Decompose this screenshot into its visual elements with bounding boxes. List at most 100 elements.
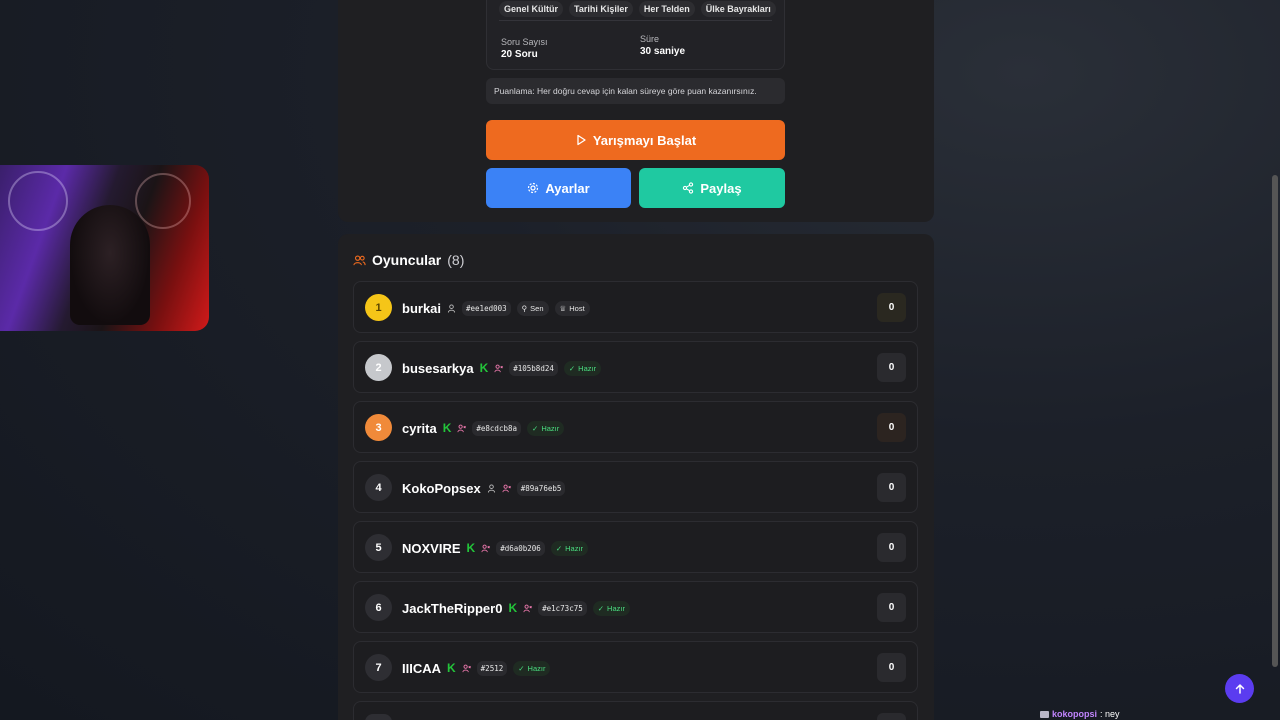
kick-user-icon[interactable] — [462, 664, 471, 673]
player-info: cyrita K #e8cdcb8a ✓ Hazır — [402, 402, 565, 454]
player-info: burkai #ee1ed003 ⚲ Sen ♕ Host — [402, 282, 590, 334]
chat-username: kokopopsi — [1052, 709, 1098, 719]
player-row: 6 JackTheRipper0 K #e1c73c75 ✓ Hazır 0 — [353, 581, 918, 633]
you-label: Sen — [530, 303, 544, 313]
player-score: 0 — [877, 353, 906, 382]
streamer-silhouette — [70, 205, 150, 325]
rank-badge: 7 — [365, 654, 392, 681]
player-score: 0 — [877, 593, 906, 622]
player-info: busesarkya K #105b8d24 ✓ Hazır — [402, 342, 602, 394]
kick-logo-icon: K — [447, 661, 456, 675]
player-name: busesarkya — [402, 360, 474, 376]
player-name: burkai — [402, 300, 442, 316]
share-label: Paylaş — [700, 180, 742, 196]
kick-user-icon[interactable] — [481, 544, 491, 553]
player-name: NOXVIRE — [402, 540, 461, 556]
kick-logo-icon: K — [466, 541, 476, 555]
player-score: 0 — [877, 413, 906, 442]
kick-logo-icon: K — [508, 601, 518, 615]
arrow-up-icon — [1235, 683, 1244, 694]
player-score: 0 — [877, 653, 906, 682]
page-scrollbar[interactable] — [1272, 175, 1278, 667]
book-icon — [1040, 710, 1049, 718]
person-icon: ⚲ — [521, 303, 528, 313]
start-quiz-label: Yarışmayı Başlat — [592, 132, 697, 148]
chat-overlay: kokopopsi : ney — [1040, 709, 1120, 719]
player-row: 5 NOXVIRE K #d6a0b206 ✓ Hazır 0 — [353, 521, 918, 573]
rank-badge: 1 — [365, 294, 392, 321]
quiz-info-card: Genel Kültür Tarihi Kişiler Her Telden Ü… — [486, 0, 785, 70]
player-name: IIICAA — [402, 660, 441, 676]
settings-label: Ayarlar — [545, 180, 590, 196]
user-icon — [487, 483, 495, 493]
kick-logo-icon: K — [442, 421, 452, 435]
divider — [499, 20, 772, 21]
player-id: #89a76eb5 — [516, 480, 566, 496]
kick-user-icon[interactable] — [457, 424, 467, 433]
users-icon — [353, 254, 366, 265]
player-id: #e1c73c75 — [538, 600, 587, 616]
player-info: KokoPopsex #89a76eb5 — [402, 462, 566, 514]
ready-badge: ✓ Hazır — [513, 660, 551, 676]
question-count-label: Soru Sayısı — [501, 37, 548, 47]
category-tag: Her Telden — [638, 1, 695, 17]
player-id: #e8cdcb8a — [472, 420, 522, 436]
kick-user-icon[interactable] — [502, 484, 511, 493]
host-label: Host — [569, 303, 585, 313]
player-id: #105b8d24 — [509, 360, 558, 376]
share-button[interactable]: Paylaş — [639, 168, 785, 208]
player-score: 0 — [877, 533, 906, 562]
you-badge: ⚲ Sen — [516, 300, 549, 316]
player-id: #d6a0b206 — [496, 540, 545, 556]
player-info: NOXVIRE K #d6a0b206 ✓ Hazır — [402, 522, 589, 574]
check-circle-icon: ✓ — [532, 423, 539, 433]
player-row — [353, 701, 918, 720]
crown-icon: ♕ — [559, 303, 567, 313]
ready-badge: ✓ Hazır — [550, 540, 589, 556]
rank-badge: 6 — [365, 594, 392, 621]
scoring-info: Puanlama: Her doğru cevap için kalan sür… — [486, 78, 785, 104]
category-tag: Tarihi Kişiler — [569, 1, 633, 17]
time-value: 30 saniye — [640, 46, 686, 57]
webcam-overlay — [0, 165, 209, 331]
player-row: 4 KokoPopsex #89a76eb5 0 — [353, 461, 918, 513]
rank-badge: 5 — [365, 534, 392, 561]
check-circle-icon: ✓ — [597, 603, 605, 613]
ready-badge: ✓ Hazır — [563, 360, 602, 376]
category-tags: Genel Kültür Tarihi Kişiler Her Telden Ü… — [499, 1, 776, 17]
ready-label: Hazır — [607, 603, 625, 613]
time-label: Süre — [640, 34, 660, 44]
share-icon — [683, 182, 694, 194]
player-row: 1 burkai #ee1ed003 ⚲ Sen ♕ Host 0 — [353, 281, 918, 333]
ready-label: Hazır — [541, 423, 560, 433]
host-badge: ♕ Host — [554, 300, 590, 316]
check-circle-icon: ✓ — [518, 663, 525, 673]
players-title: Oyuncular — [372, 252, 442, 268]
rank-badge: 3 — [365, 414, 392, 441]
category-tag: Ülke Bayrakları — [700, 1, 776, 17]
player-row: 7 IIICAA K #2512 ✓ Hazır 0 — [353, 641, 918, 693]
kick-user-icon[interactable] — [494, 364, 504, 373]
player-score: 0 — [877, 293, 906, 322]
chat-message: : ney — [1100, 709, 1120, 719]
player-info: JackTheRipper0 K #e1c73c75 ✓ Hazır — [402, 582, 630, 634]
webcam-art — [135, 173, 191, 229]
player-id: #2512 — [476, 660, 508, 676]
play-icon — [577, 134, 586, 146]
ready-label: Hazır — [565, 543, 584, 553]
webcam-art — [8, 171, 68, 231]
category-tag: Genel Kültür — [499, 1, 564, 17]
settings-button[interactable]: Ayarlar — [486, 168, 631, 208]
player-info: IIICAA K #2512 ✓ Hazır — [402, 642, 551, 694]
kick-user-icon[interactable] — [523, 604, 532, 613]
scroll-to-top-button[interactable] — [1225, 674, 1254, 703]
ready-label: Hazır — [578, 363, 597, 373]
user-icon — [447, 303, 456, 313]
player-id: #ee1ed003 — [462, 300, 511, 316]
gear-icon — [528, 182, 539, 194]
start-quiz-button[interactable]: Yarışmayı Başlat — [486, 120, 785, 160]
ready-badge: ✓ Hazır — [592, 600, 630, 616]
player-name: KokoPopsex — [402, 480, 481, 496]
ready-label: Hazır — [527, 663, 546, 673]
player-row: 2 busesarkya K #105b8d24 ✓ Hazır 0 — [353, 341, 918, 393]
